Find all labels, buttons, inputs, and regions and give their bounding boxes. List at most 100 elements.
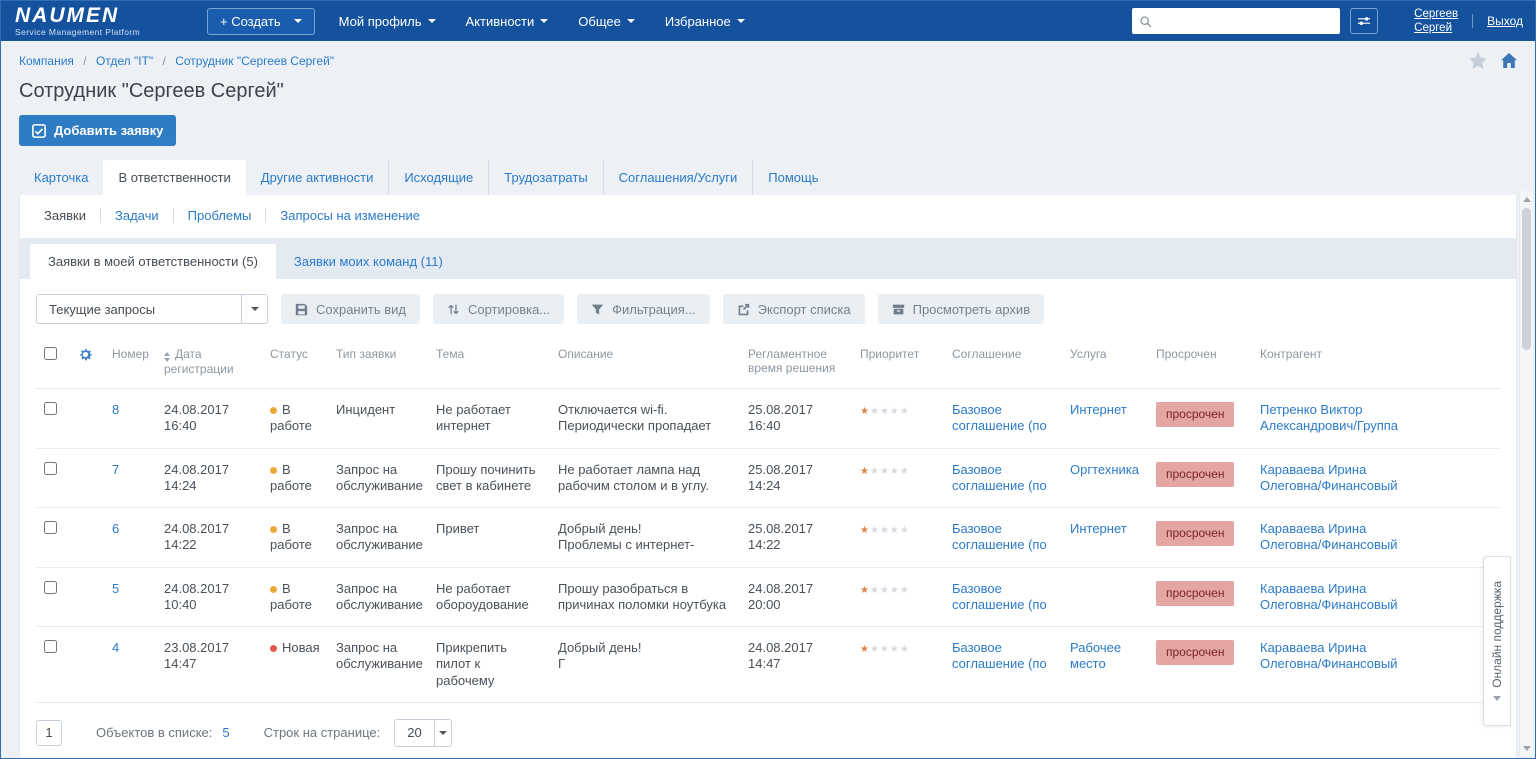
agreement-link[interactable]: Базовое соглашение (по (952, 640, 1047, 671)
select-all-checkbox[interactable] (44, 347, 57, 360)
main-tab[interactable]: Соглашения/Услуги (603, 160, 753, 195)
list-tab[interactable]: Заявки моих команд (11) (276, 244, 461, 279)
chevron-down-icon (627, 19, 635, 23)
contragent-link[interactable]: Караваева Ирина Олеговна/Финансовый (1260, 640, 1398, 671)
nav-menu-item[interactable]: Активности (466, 14, 549, 29)
request-type: Запрос на обслуживание (328, 448, 428, 508)
breadcrumb-row: Компания / Отдел "IT" / Сотрудник "Серге… (1, 41, 1535, 78)
service-link[interactable]: Интернет (1070, 521, 1127, 536)
nav-menu-item[interactable]: Избранное (665, 14, 745, 29)
scroll-up-arrow-icon[interactable] (1520, 192, 1533, 206)
column-header[interactable]: Приоритет (852, 337, 944, 389)
row-checkbox[interactable] (44, 402, 57, 415)
request-type: Инцидент (328, 389, 428, 449)
main-tab[interactable]: Помощь (752, 160, 833, 195)
breadcrumb-link-employee[interactable]: Сотрудник "Сергеев Сергей" (175, 54, 334, 68)
main-tab[interactable]: Другие активности (246, 160, 389, 195)
column-header[interactable]: Дата регистрации (156, 337, 262, 389)
request-subject: Не работает интернет (428, 389, 550, 449)
column-header[interactable]: Соглашение (944, 337, 1062, 389)
column-header[interactable]: Статус (262, 337, 328, 389)
registration-date: 24.08.2017 14:22 (156, 508, 262, 568)
column-header[interactable]: Тип заявки (328, 337, 428, 389)
service-link[interactable]: Рабочее место (1070, 640, 1121, 671)
rows-per-page-select[interactable]: 20 (394, 719, 452, 747)
column-header[interactable]: Описание (550, 337, 740, 389)
toolbar-button[interactable]: Фильтрация... (577, 294, 709, 324)
toolbar-button[interactable]: Просмотреть архив (878, 294, 1045, 324)
agreement-link[interactable]: Базовое соглашение (по (952, 462, 1047, 493)
main-tab[interactable]: В ответственности (103, 160, 245, 195)
global-search-input[interactable] (1158, 14, 1333, 28)
column-header[interactable]: Номер (104, 337, 156, 389)
row-checkbox[interactable] (44, 581, 57, 594)
main-tab[interactable]: Исходящие (388, 160, 488, 195)
sub-tab[interactable]: Запросы на изменение (265, 208, 434, 223)
favorite-star-icon[interactable] (1469, 52, 1487, 69)
breadcrumb-link-company[interactable]: Компания (19, 54, 74, 68)
request-number-link[interactable]: 7 (112, 462, 119, 477)
home-icon[interactable] (1501, 53, 1517, 68)
main-tab[interactable]: Карточка (19, 160, 103, 195)
column-header[interactable]: Контрагент (1252, 337, 1500, 389)
agreement-link[interactable]: Базовое соглашение (по (952, 521, 1047, 552)
agreement-link[interactable]: Базовое соглашение (по (952, 402, 1047, 433)
breadcrumb-link-department[interactable]: Отдел "IT" (96, 54, 153, 68)
toolbar-button-label: Сохранить вид (316, 302, 406, 317)
row-checkbox[interactable] (44, 462, 57, 475)
row-select-cell (36, 389, 70, 449)
contragent-link[interactable]: Караваева Ирина Олеговна/Финансовый (1260, 521, 1398, 552)
gear-icon[interactable] (78, 347, 93, 362)
priority-cell: ★★★★★ (852, 448, 944, 508)
registration-date: 24.08.2017 14:24 (156, 448, 262, 508)
agreement-link[interactable]: Базовое соглашение (по (952, 581, 1047, 612)
sub-tab[interactable]: Заявки (30, 208, 100, 223)
contragent-link[interactable]: Петренко Виктор Александрович/Группа (1260, 402, 1398, 433)
nav-menu-item[interactable]: Общее (578, 14, 635, 29)
service-link[interactable]: Оргтехника (1070, 462, 1139, 477)
row-checkbox[interactable] (44, 640, 57, 653)
vertical-scrollbar[interactable] (1519, 191, 1533, 756)
priority-star-icon: ★ (870, 406, 880, 417)
request-number-link[interactable]: 5 (112, 581, 119, 596)
priority-star-icon: ★ (890, 585, 900, 596)
toolbar-button[interactable]: Сохранить вид (281, 294, 420, 324)
priority-star-icon: ★ (870, 585, 880, 596)
request-number-link[interactable]: 4 (112, 640, 119, 655)
toolbar-buttons: Сохранить вид Сортировка... Фильтрация... Э… (281, 294, 1044, 324)
column-header[interactable]: Тема (428, 337, 550, 389)
scroll-down-arrow-icon[interactable] (1520, 741, 1533, 755)
row-checkbox[interactable] (44, 521, 57, 534)
online-support-tab[interactable]: Онлайн поддержка (1483, 556, 1511, 726)
nav-menu-item[interactable]: Мой профиль (339, 14, 436, 29)
main-tab[interactable]: Трудозатраты (488, 160, 602, 195)
breadcrumb: Компания / Отдел "IT" / Сотрудник "Серге… (19, 54, 334, 68)
request-number-link[interactable]: 6 (112, 521, 119, 536)
list-tab[interactable]: Заявки в моей ответственности (5) (30, 244, 276, 279)
registration-date: 24.08.2017 10:40 (156, 567, 262, 627)
sla-deadline: 25.08.2017 14:24 (740, 448, 852, 508)
column-header[interactable]: Просрочен (1148, 337, 1252, 389)
view-select[interactable]: Текущие запросы (36, 294, 268, 324)
logout-link[interactable]: Выход (1472, 14, 1523, 28)
contragent-link[interactable]: Караваева Ирина Олеговна/Финансовый (1260, 462, 1398, 493)
contragent-link[interactable]: Караваева Ирина Олеговна/Финансовый (1260, 581, 1398, 612)
current-user-link[interactable]: Сергеев Сергей (1414, 7, 1458, 36)
page-button[interactable]: 1 (36, 720, 62, 746)
scrollbar-thumb[interactable] (1522, 208, 1531, 350)
toolbar-button[interactable]: Сортировка... (433, 294, 564, 324)
service-link[interactable]: Интернет (1070, 402, 1127, 417)
column-header[interactable]: Регламентное время решения (740, 337, 852, 389)
sub-tab[interactable]: Проблемы (173, 208, 266, 223)
create-button[interactable]: + Создать (207, 8, 315, 35)
add-request-button[interactable]: Добавить заявку (19, 115, 176, 146)
sub-tab[interactable]: Задачи (100, 208, 173, 223)
request-number-link[interactable]: 8 (112, 402, 119, 417)
brand-logo[interactable]: NAUMEN Service Management Platform (15, 5, 185, 37)
column-header[interactable]: Услуга (1062, 337, 1148, 389)
overdue-badge: просрочен (1156, 521, 1234, 546)
toolbar-button[interactable]: Экспорт списка (723, 294, 865, 324)
search-settings-button[interactable] (1350, 8, 1378, 34)
objects-count[interactable]: 5 (222, 725, 229, 740)
sort-arrows-icon[interactable] (164, 352, 170, 362)
